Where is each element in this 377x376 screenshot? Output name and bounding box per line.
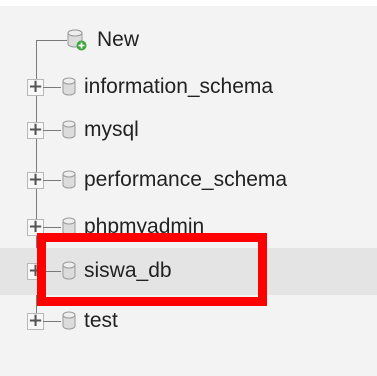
new-database-icon: [67, 29, 87, 51]
tree-branch-line: [43, 87, 61, 88]
expand-icon[interactable]: +: [27, 78, 44, 96]
tree-item-performance-schema[interactable]: + performance_schema: [0, 157, 377, 204]
tree-item-label[interactable]: test: [84, 309, 118, 333]
tree-item-label[interactable]: New: [97, 28, 139, 52]
highlight-annotation-box: [37, 233, 267, 306]
panel-top-edge: [0, 0, 377, 6]
tree-item-label[interactable]: mysql: [84, 118, 139, 142]
database-icon: [62, 311, 76, 331]
expand-icon[interactable]: +: [27, 312, 44, 330]
tree-branch-line: [43, 130, 61, 131]
tree-branch-line: [43, 227, 61, 228]
tree-branch-line: [36, 40, 67, 41]
tree-branch-line: [43, 180, 61, 181]
expand-icon[interactable]: +: [27, 121, 44, 139]
navigation-tree-panel: New + information_schema + mysql + perfo…: [0, 0, 377, 376]
tree-item-mysql[interactable]: + mysql: [0, 107, 377, 154]
expand-icon[interactable]: +: [27, 171, 44, 189]
database-icon: [62, 77, 76, 97]
database-icon: [62, 120, 76, 140]
tree-item-information-schema[interactable]: + information_schema: [0, 64, 377, 111]
tree-item-label[interactable]: performance_schema: [84, 168, 287, 192]
tree-branch-line: [43, 321, 61, 322]
tree-item-new[interactable]: New: [0, 20, 377, 67]
tree-item-label[interactable]: information_schema: [84, 75, 273, 99]
database-icon: [62, 170, 76, 190]
